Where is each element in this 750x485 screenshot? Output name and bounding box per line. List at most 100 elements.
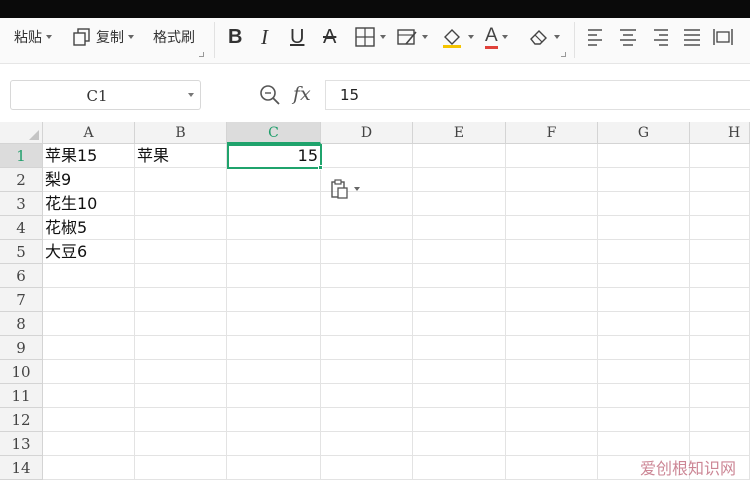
column-header-f[interactable]: F: [506, 122, 598, 144]
row-header-8[interactable]: 8: [0, 312, 43, 336]
grid-cell[interactable]: [506, 336, 598, 360]
align-right-button[interactable]: [650, 22, 670, 52]
grid-cell[interactable]: [135, 240, 227, 264]
row-header-14[interactable]: 14: [0, 456, 43, 480]
grid-cell[interactable]: [43, 384, 135, 408]
column-header-d[interactable]: D: [321, 122, 413, 144]
grid-cell[interactable]: [506, 144, 598, 168]
grid-cell[interactable]: [690, 144, 750, 168]
grid-cell[interactable]: [506, 288, 598, 312]
grid-cell[interactable]: [690, 312, 750, 336]
grid-cell[interactable]: [506, 384, 598, 408]
grid-cell[interactable]: [506, 264, 598, 288]
grid-cell[interactable]: [321, 456, 413, 480]
grid-cell[interactable]: [227, 456, 321, 480]
grid-cell[interactable]: [598, 336, 690, 360]
grid-cell[interactable]: [506, 168, 598, 192]
grid-cell[interactable]: [506, 312, 598, 336]
grid-cell[interactable]: [598, 312, 690, 336]
grid-cell[interactable]: [598, 408, 690, 432]
align-left-button[interactable]: [586, 22, 606, 52]
underline-button[interactable]: U: [290, 22, 304, 52]
grid-cell[interactable]: [321, 216, 413, 240]
column-header-a[interactable]: A: [43, 122, 135, 144]
grid-cell[interactable]: [598, 432, 690, 456]
grid-cell[interactable]: [135, 384, 227, 408]
grid-cell[interactable]: [43, 336, 135, 360]
grid-cell[interactable]: [227, 240, 321, 264]
grid-cell[interactable]: [135, 432, 227, 456]
format-painter-button[interactable]: 格式刷: [153, 22, 195, 52]
grid-cell[interactable]: [506, 432, 598, 456]
grid-cell[interactable]: [506, 360, 598, 384]
grid-cell[interactable]: [598, 192, 690, 216]
cell-c1[interactable]: 15: [227, 144, 321, 168]
name-box[interactable]: C1: [10, 80, 201, 110]
font-group-launcher-icon[interactable]: [561, 52, 566, 57]
grid-cell[interactable]: [321, 240, 413, 264]
grid-cell[interactable]: [321, 288, 413, 312]
grid-cell[interactable]: [506, 216, 598, 240]
grid-cell[interactable]: [690, 264, 750, 288]
column-header-b[interactable]: B: [135, 122, 227, 144]
grid-cell[interactable]: [135, 408, 227, 432]
grid-cell[interactable]: [690, 216, 750, 240]
grid-cell[interactable]: [506, 192, 598, 216]
cell-a3[interactable]: 花生10: [43, 192, 135, 216]
clear-button[interactable]: [528, 22, 560, 52]
grid-cell[interactable]: [135, 456, 227, 480]
grid-cell[interactable]: [413, 192, 506, 216]
grid-cell[interactable]: [43, 288, 135, 312]
grid-cell[interactable]: [227, 216, 321, 240]
grid-cell[interactable]: [227, 264, 321, 288]
column-header-g[interactable]: G: [598, 122, 690, 144]
grid-cell[interactable]: [321, 312, 413, 336]
cell-style-button[interactable]: [396, 22, 428, 52]
grid-cell[interactable]: [227, 192, 321, 216]
grid-cell[interactable]: [413, 384, 506, 408]
grid-cell[interactable]: [135, 264, 227, 288]
grid-cell[interactable]: [43, 456, 135, 480]
cell-b1[interactable]: 苹果: [135, 144, 227, 168]
paste-options-dropdown-icon[interactable]: [354, 187, 360, 191]
fx-insert-function-button[interactable]: fx: [293, 83, 311, 105]
grid-cell[interactable]: [413, 144, 506, 168]
grid-cell[interactable]: [506, 240, 598, 264]
grid-cell[interactable]: [598, 264, 690, 288]
grid-cell[interactable]: [598, 384, 690, 408]
grid-cell[interactable]: [43, 432, 135, 456]
grid-cell[interactable]: [135, 192, 227, 216]
grid-cell[interactable]: [227, 432, 321, 456]
grid-cell[interactable]: [690, 192, 750, 216]
grid-cell[interactable]: [321, 408, 413, 432]
grid-cell[interactable]: [413, 360, 506, 384]
cell-a5[interactable]: 大豆6: [43, 240, 135, 264]
grid-cell[interactable]: [413, 408, 506, 432]
grid-cell[interactable]: [321, 336, 413, 360]
grid-cell[interactable]: [227, 336, 321, 360]
paste-dropdown-icon[interactable]: [46, 35, 52, 39]
grid-cell[interactable]: [227, 312, 321, 336]
grid-cell[interactable]: [135, 288, 227, 312]
grid-cell[interactable]: [227, 384, 321, 408]
fill-color-dropdown-icon[interactable]: [468, 35, 474, 39]
grid-cell[interactable]: [321, 144, 413, 168]
grid-cell[interactable]: [690, 384, 750, 408]
grid-cell[interactable]: [598, 144, 690, 168]
grid-cell[interactable]: [598, 240, 690, 264]
grid-cell[interactable]: [321, 432, 413, 456]
grid-cell[interactable]: [413, 456, 506, 480]
font-color-button[interactable]: A: [485, 22, 508, 52]
grid-cell[interactable]: [413, 216, 506, 240]
clipboard-group-launcher-icon[interactable]: [199, 52, 204, 57]
justify-button[interactable]: [682, 22, 702, 52]
cell-style-dropdown-icon[interactable]: [422, 35, 428, 39]
row-header-12[interactable]: 12: [0, 408, 43, 432]
grid-cell[interactable]: [598, 360, 690, 384]
row-header-6[interactable]: 6: [0, 264, 43, 288]
grid-cell[interactable]: [227, 360, 321, 384]
grid-cell[interactable]: [43, 312, 135, 336]
borders-button[interactable]: [354, 22, 386, 52]
fill-color-button[interactable]: [440, 22, 474, 52]
grid-cell[interactable]: [598, 288, 690, 312]
